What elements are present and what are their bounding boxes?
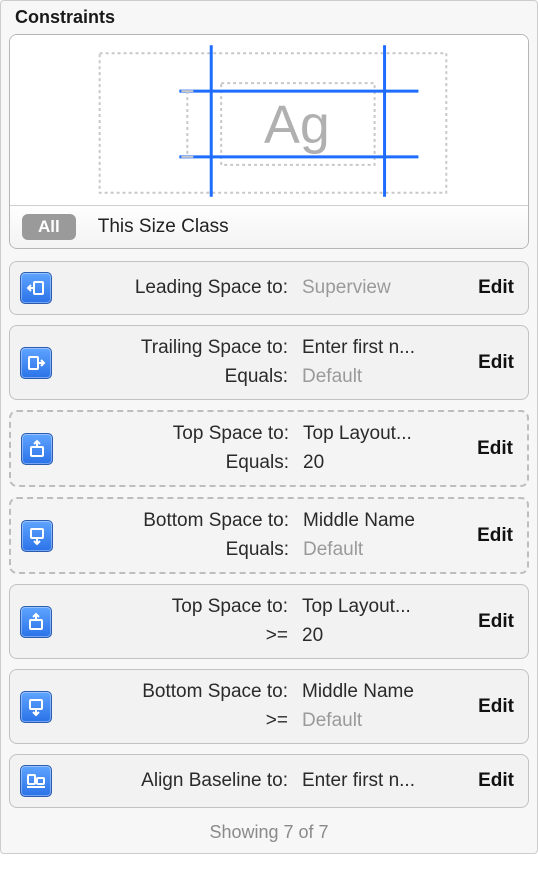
constraint-row[interactable]: Trailing Space to: Equals: Enter first n…	[9, 325, 529, 400]
tab-all[interactable]: All	[22, 214, 76, 240]
constraint-relation-label: Equals:	[225, 363, 288, 392]
constraints-panel: Constraints Ag All	[0, 0, 538, 854]
diagram-label-text: Ag	[264, 95, 330, 155]
constraint-target: Enter first n...	[302, 767, 415, 795]
bottom-constraint-icon	[20, 691, 52, 723]
constraint-target: Enter first n...	[302, 334, 415, 363]
constraint-label: Top Space to:	[172, 593, 288, 622]
constraint-label: Trailing Space to:	[141, 334, 288, 363]
constraint-label: Bottom Space to:	[143, 507, 289, 536]
constraint-row[interactable]: Leading Space to: Superview Edit	[9, 261, 529, 315]
edit-button[interactable]: Edit	[457, 525, 517, 547]
constraint-label: Bottom Space to:	[142, 678, 288, 707]
edit-button[interactable]: Edit	[458, 277, 518, 299]
edit-button[interactable]: Edit	[458, 696, 518, 718]
constraint-value: Default	[302, 363, 362, 392]
panel-title: Constraints	[15, 7, 529, 28]
trailing-constraint-icon	[20, 347, 52, 379]
constraint-row[interactable]: Top Space to: Equals: Top Layout... 20 E…	[9, 410, 529, 487]
constraint-value: 20	[302, 622, 323, 651]
constraint-row[interactable]: Align Baseline to: Enter first n... Edit	[9, 754, 529, 808]
constraint-label: Top Space to:	[173, 420, 289, 449]
constraint-row[interactable]: Bottom Space to: Equals: Middle Name Def…	[9, 497, 529, 574]
edit-button[interactable]: Edit	[458, 352, 518, 374]
constraint-value: 20	[303, 449, 324, 478]
constraint-label: Align Baseline to:	[141, 767, 288, 796]
edit-button[interactable]: Edit	[458, 770, 518, 792]
constraint-label: Leading Space to:	[135, 274, 288, 303]
constraint-relation-label: Equals:	[226, 536, 289, 565]
size-class-tabbar: All This Size Class	[10, 205, 528, 248]
constraint-value: Default	[303, 536, 363, 565]
top-constraint-icon	[20, 606, 52, 638]
edit-button[interactable]: Edit	[457, 438, 517, 460]
constraint-target: Middle Name	[302, 678, 414, 707]
footer-status: Showing 7 of 7	[9, 822, 529, 843]
edit-button[interactable]: Edit	[458, 611, 518, 633]
constraint-target: Top Layout...	[302, 593, 411, 622]
constraint-target: Superview	[302, 274, 391, 302]
leading-constraint-icon	[20, 272, 52, 304]
constraint-relation-label: Equals:	[226, 449, 289, 478]
constraint-target: Middle Name	[303, 507, 415, 536]
tab-this-size-class[interactable]: This Size Class	[98, 216, 229, 238]
constraint-diagram[interactable]: Ag	[10, 35, 528, 205]
constraint-row[interactable]: Bottom Space to: >= Middle Name Default …	[9, 669, 529, 744]
constraint-row[interactable]: Top Space to: >= Top Layout... 20 Edit	[9, 584, 529, 659]
top-constraint-icon	[21, 433, 53, 465]
preview-card: Ag All This Size Class	[9, 34, 529, 249]
bottom-constraint-icon	[21, 520, 53, 552]
constraint-list: Leading Space to: Superview Edit Trailin…	[9, 261, 529, 808]
baseline-constraint-icon	[20, 765, 52, 797]
constraint-value: Default	[302, 707, 362, 736]
constraint-relation-label: >=	[266, 622, 288, 651]
constraint-target: Top Layout...	[303, 420, 412, 449]
constraint-relation-label: >=	[266, 707, 288, 736]
